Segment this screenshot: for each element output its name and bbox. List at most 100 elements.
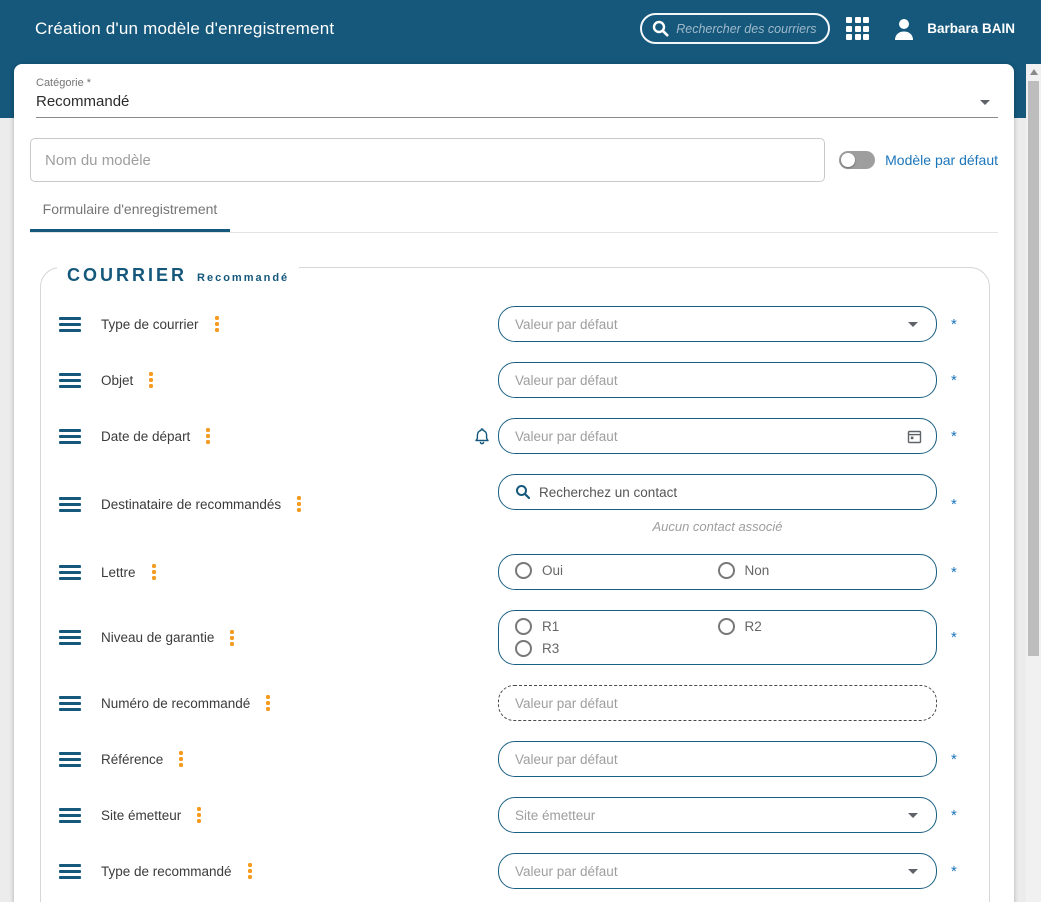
radio-circle-icon[interactable]: [515, 562, 532, 579]
main-card: Catégorie * Recommandé Modèle par défaut…: [14, 64, 1014, 902]
tab-formulaire-enregistrement[interactable]: Formulaire d'enregistrement: [30, 188, 230, 232]
radio-option[interactable]: R3: [515, 640, 718, 657]
search-icon: [653, 20, 669, 37]
required-asterisk: *: [951, 806, 957, 824]
radio-group: Oui Non: [498, 554, 937, 590]
default-value-select[interactable]: Valeur par défaut: [498, 853, 937, 889]
header-search[interactable]: [640, 13, 831, 44]
chevron-down-icon: [908, 813, 918, 818]
fieldset-legend: COURRIER Recommandé: [57, 265, 300, 286]
drag-handle-icon[interactable]: [59, 316, 81, 332]
model-name-input[interactable]: [30, 138, 826, 182]
field-label: Numéro de recommandé: [101, 695, 251, 711]
field-placeholder: Valeur par défaut: [515, 372, 618, 388]
radio-circle-icon[interactable]: [515, 618, 532, 635]
default-value-select[interactable]: Site émetteur: [498, 797, 937, 833]
category-label: Catégorie *: [36, 77, 92, 89]
drag-handle-icon[interactable]: [59, 428, 81, 444]
radio-circle-icon[interactable]: [717, 618, 735, 635]
radio-label: R1: [542, 619, 560, 634]
field-placeholder: Site émetteur: [515, 807, 596, 823]
field-label: Référence: [101, 751, 164, 767]
field-row: Site émetteur Site émetteur *: [41, 797, 989, 833]
category-select[interactable]: Catégorie * Recommandé: [36, 77, 998, 118]
default-model-toggle[interactable]: Modèle par défaut: [839, 151, 998, 169]
courrier-fieldset: COURRIER Recommandé Type de courrier Vale…: [40, 265, 990, 902]
field-row: Niveau de garantie R1 R2 R3 *: [41, 610, 989, 665]
default-model-toggle-label: Modèle par défaut: [885, 152, 998, 168]
field-placeholder: Valeur par défaut: [515, 863, 618, 879]
kebab-menu-icon[interactable]: [195, 805, 203, 825]
page-title: Création d'un modèle d'enregistrement: [35, 18, 335, 38]
user-avatar-icon[interactable]: [891, 16, 917, 42]
field-row: Date de départ Valeur par défaut *: [41, 418, 989, 454]
radio-circle-icon[interactable]: [717, 562, 735, 579]
no-contact-helper: Aucun contact associé: [652, 519, 783, 534]
apps-grid-icon[interactable]: [846, 17, 870, 40]
field-placeholder: Valeur par défaut: [515, 695, 618, 711]
kebab-menu-icon[interactable]: [147, 370, 155, 390]
radio-option[interactable]: Non: [717, 562, 921, 579]
radio-circle-icon[interactable]: [515, 640, 532, 657]
drag-handle-icon[interactable]: [59, 372, 81, 388]
model-name-row: Modèle par défaut: [30, 138, 998, 182]
default-value-input[interactable]: Valeur par défaut: [498, 741, 937, 777]
section-title: COURRIER: [67, 265, 188, 285]
drag-handle-icon[interactable]: [59, 751, 81, 767]
field-row: Objet Valeur par défaut *: [41, 362, 989, 398]
search-icon: [516, 485, 531, 500]
field-label: Site émetteur: [101, 807, 182, 823]
radio-label: R2: [744, 619, 762, 634]
kebab-menu-icon[interactable]: [246, 861, 254, 881]
required-asterisk: *: [951, 371, 957, 389]
scrollbar[interactable]: [1026, 64, 1041, 902]
radio-label: R3: [542, 641, 560, 656]
date-input[interactable]: Valeur par défaut: [498, 418, 937, 454]
field-label: Niveau de garantie: [101, 630, 215, 645]
field-label: Type de recommandé: [101, 863, 232, 879]
required-asterisk: *: [951, 495, 957, 513]
radio-label: Oui: [542, 563, 564, 578]
drag-handle-icon[interactable]: [59, 695, 81, 711]
kebab-menu-icon[interactable]: [295, 494, 303, 514]
default-value-input[interactable]: Valeur par défaut: [498, 362, 937, 398]
scrollbar-thumb[interactable]: [1028, 81, 1039, 656]
field-label: Destinataire de recommandés: [101, 496, 282, 512]
field-placeholder: Recherchez un contact: [539, 484, 678, 500]
required-asterisk: *: [951, 750, 957, 768]
radio-option[interactable]: R1: [515, 618, 718, 635]
user-name: Barbara BAIN: [927, 21, 1015, 36]
chevron-down-icon: [908, 322, 918, 327]
radio-option[interactable]: R2: [717, 618, 921, 635]
default-value-select[interactable]: Valeur par défaut: [498, 306, 937, 342]
kebab-menu-icon[interactable]: [150, 562, 158, 582]
default-value-input-disabled[interactable]: Valeur par défaut: [498, 685, 937, 721]
radio-option[interactable]: Oui: [515, 562, 718, 579]
kebab-menu-icon[interactable]: [228, 628, 236, 648]
drag-handle-icon[interactable]: [59, 564, 81, 580]
required-asterisk: *: [951, 629, 957, 646]
field-placeholder: Valeur par défaut: [515, 428, 618, 444]
kebab-menu-icon[interactable]: [177, 749, 185, 769]
field-label: Lettre: [101, 564, 136, 580]
kebab-menu-icon[interactable]: [264, 693, 272, 713]
scroll-up-button[interactable]: [1026, 64, 1041, 80]
search-input[interactable]: [676, 21, 819, 36]
required-asterisk: *: [951, 563, 957, 581]
drag-handle-icon[interactable]: [59, 630, 81, 645]
field-rows: Type de courrier Valeur par défaut * Objet V…: [41, 306, 989, 889]
field-row: Référence Valeur par défaut *: [41, 741, 989, 777]
contact-search-input[interactable]: Recherchez un contact: [498, 474, 937, 510]
drag-handle-icon[interactable]: [59, 807, 81, 823]
bell-slot: [474, 427, 498, 445]
toggle-off-icon[interactable]: [839, 151, 876, 169]
field-placeholder: Valeur par défaut: [515, 316, 618, 332]
kebab-menu-icon[interactable]: [213, 314, 221, 334]
app-header: Création d'un modèle d'enregistrement Ba…: [0, 0, 1041, 57]
kebab-menu-icon[interactable]: [204, 426, 212, 446]
bell-icon: [475, 428, 489, 445]
drag-handle-icon[interactable]: [59, 496, 81, 512]
drag-handle-icon[interactable]: [59, 863, 81, 879]
field-row: Type de courrier Valeur par défaut *: [41, 306, 989, 342]
chevron-down-icon: [908, 869, 918, 874]
